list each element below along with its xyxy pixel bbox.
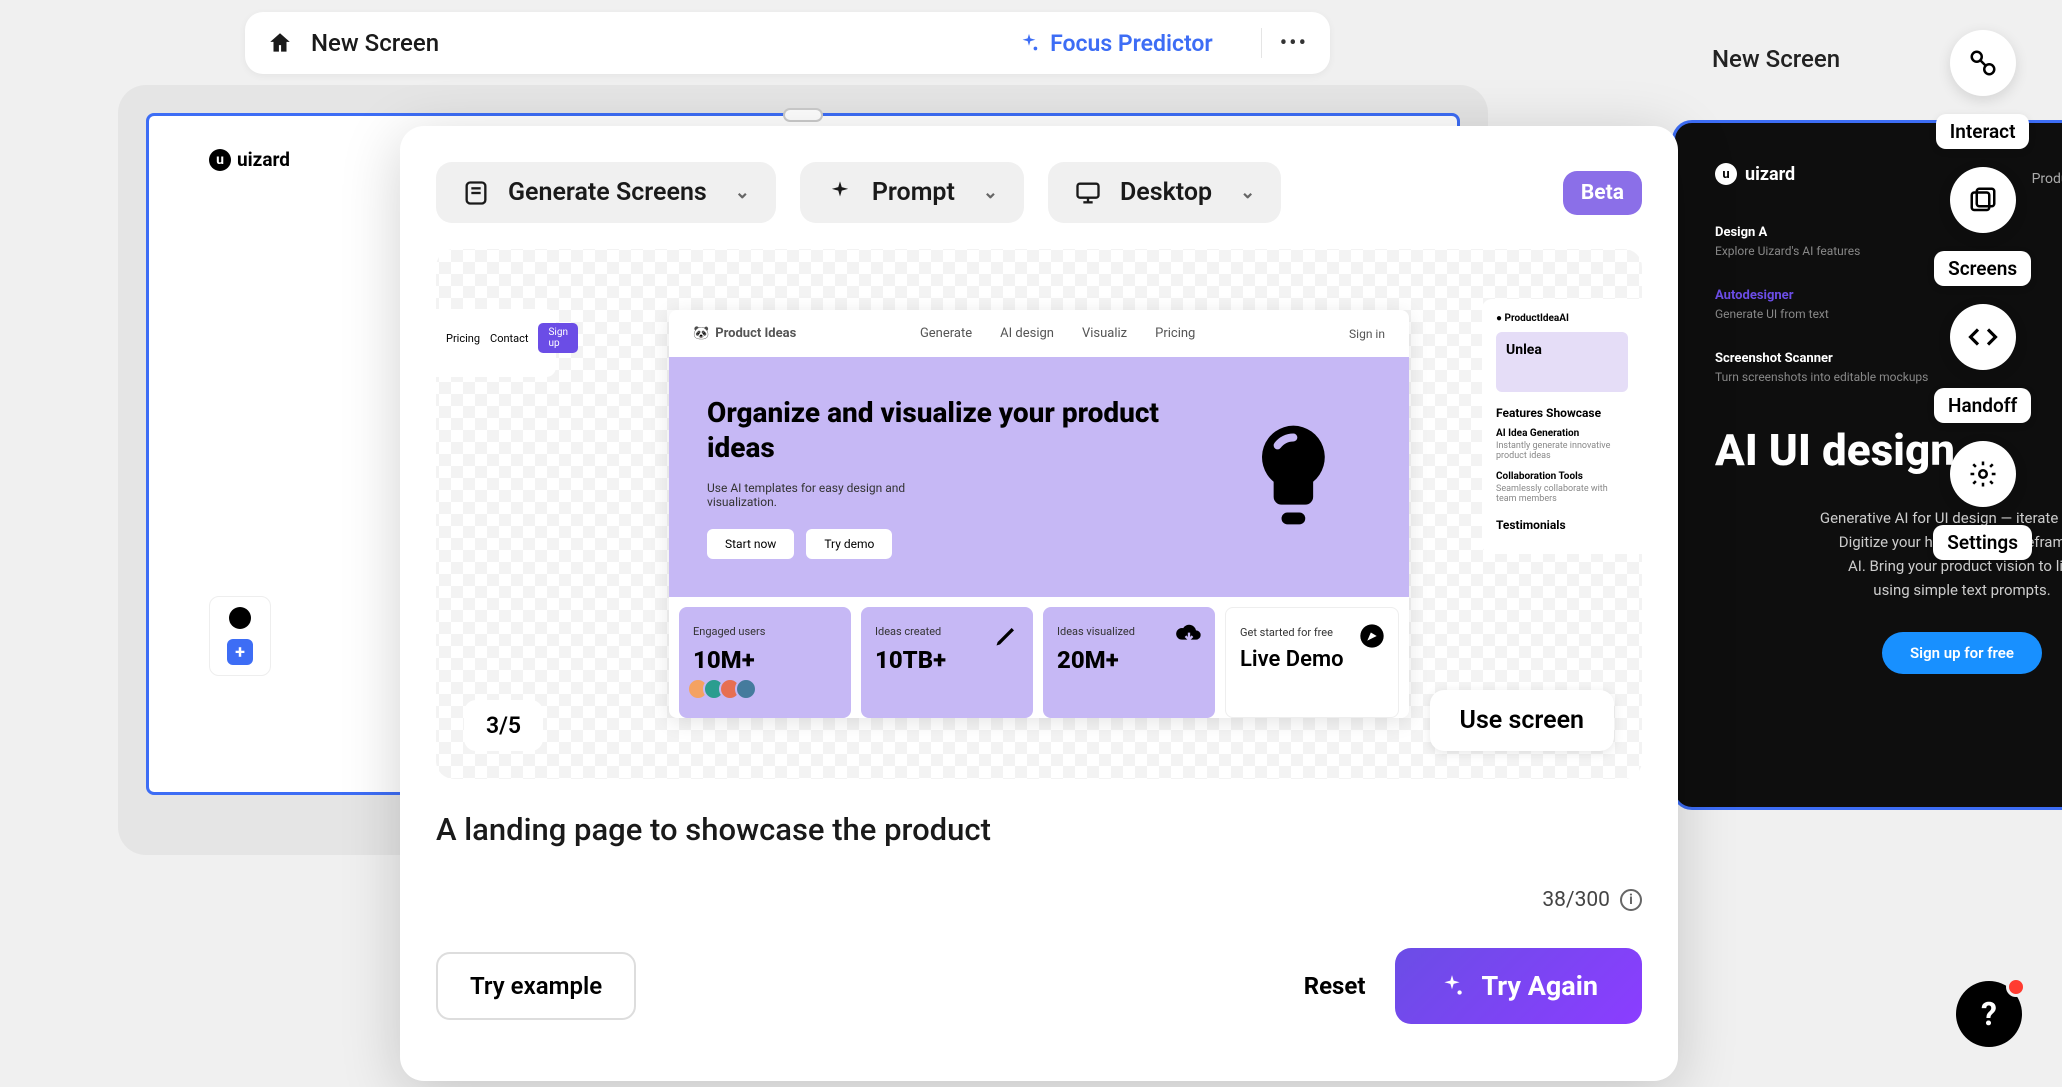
sparkle-icon: [826, 179, 854, 207]
focus-predictor-label: Focus Predictor: [1050, 30, 1213, 57]
beta-badge: Beta: [1563, 171, 1642, 215]
reset-button[interactable]: Reset: [1304, 972, 1366, 1000]
try-example-button[interactable]: Try example: [436, 952, 636, 1020]
mock-navbar: 🐼 Product Ideas Generate AI design Visua…: [669, 310, 1409, 357]
prompt-input[interactable]: A landing page to showcase the product: [436, 811, 1642, 848]
gear-icon: [1968, 459, 1998, 489]
mode-toolbar: Interact Screens Handoff Settings: [1933, 30, 2032, 560]
mock-demo-button: Try demo: [806, 529, 892, 559]
ai-panel-controls: Generate Screens ⌄ Prompt ⌄ Desktop ⌄ Be…: [436, 162, 1642, 223]
rs-nav-item[interactable]: Product: [2032, 171, 2062, 187]
interact-button[interactable]: [1950, 30, 2016, 96]
wireframe-thumb[interactable]: [229, 607, 251, 629]
desktop-icon: [1074, 179, 1102, 207]
uizard-logo-icon: u: [1715, 163, 1737, 185]
preview-slide-next[interactable]: ● ProductIdeaAI Unlea Features Showcase …: [1482, 299, 1642, 554]
notification-dot: [2006, 977, 2026, 997]
screens-icon: [1968, 185, 1998, 215]
slide-counter: 3/5: [464, 700, 543, 751]
cloud-download-icon: [1175, 621, 1203, 649]
preview-slide-prev[interactable]: Pricing Contact Sign up: [436, 309, 556, 377]
info-icon[interactable]: i: [1620, 889, 1642, 911]
chevron-down-icon: ⌄: [1240, 182, 1255, 203]
settings-button[interactable]: [1950, 441, 2016, 507]
sparkle-icon: [1018, 32, 1040, 54]
ai-panel-actions: Try example Reset Try Again: [436, 948, 1642, 1024]
screens-icon: [462, 179, 490, 207]
mock-hero: Organize and visualize your product idea…: [669, 357, 1409, 597]
rs-signup-button[interactable]: Sign up for free: [1882, 632, 2042, 674]
mock-brand: 🐼 Product Ideas: [693, 326, 796, 341]
char-counter: 38/300 i: [436, 888, 1642, 912]
more-icon[interactable]: •••: [1280, 31, 1308, 56]
resize-handle-top[interactable]: [783, 108, 823, 122]
chevron-down-icon: ⌄: [735, 182, 750, 203]
preview-carousel[interactable]: 3/5 Use screen Pricing Contact Sign up 🐼…: [436, 249, 1642, 779]
ai-generator-panel: Generate Screens ⌄ Prompt ⌄ Desktop ⌄ Be…: [400, 126, 1678, 1081]
rs-nav: Product AI Templates: [2032, 171, 2062, 187]
handoff-label: Handoff: [1934, 388, 2031, 423]
uizard-logo-icon: u: [209, 149, 231, 171]
wireframe-panel: +: [209, 596, 271, 676]
screens-label: Screens: [1934, 251, 2031, 286]
right-screen-title: New Screen: [1712, 45, 1840, 73]
topbar: New Screen Focus Predictor •••: [245, 12, 1330, 74]
lightbulb-icon: [1246, 417, 1341, 537]
compass-icon: [1358, 622, 1386, 650]
code-icon: [1968, 322, 1998, 352]
help-button[interactable]: ?: [1956, 981, 2022, 1047]
mode-dropdown[interactable]: Generate Screens ⌄: [436, 162, 776, 223]
settings-label: Settings: [1933, 525, 2032, 560]
use-screen-button[interactable]: Use screen: [1430, 690, 1614, 751]
mock-start-button: Start now: [707, 529, 794, 559]
preview-slide-current[interactable]: 🐼 Product Ideas Generate AI design Visua…: [669, 310, 1409, 718]
device-dropdown[interactable]: Desktop ⌄: [1048, 162, 1281, 223]
interact-label: Interact: [1936, 114, 2030, 149]
screens-button[interactable]: [1950, 167, 2016, 233]
sparkle-icon: [1439, 973, 1465, 999]
interact-icon: [1968, 48, 1998, 78]
divider: [1261, 28, 1262, 58]
mock-stats: Engaged users10M+ Ideas created10TB+ Ide…: [669, 597, 1409, 718]
focus-predictor-button[interactable]: Focus Predictor: [1018, 30, 1213, 57]
canvas-logo-text: uizard: [237, 148, 290, 171]
add-element-button[interactable]: +: [227, 639, 253, 665]
canvas-logo: u uizard: [209, 148, 290, 171]
handoff-button[interactable]: [1950, 304, 2016, 370]
source-dropdown[interactable]: Prompt ⌄: [800, 162, 1024, 223]
home-icon[interactable]: [267, 30, 293, 56]
try-again-button[interactable]: Try Again: [1395, 948, 1642, 1024]
screen-title: New Screen: [311, 29, 1018, 57]
chevron-down-icon: ⌄: [983, 182, 998, 203]
pen-icon: [993, 621, 1021, 649]
